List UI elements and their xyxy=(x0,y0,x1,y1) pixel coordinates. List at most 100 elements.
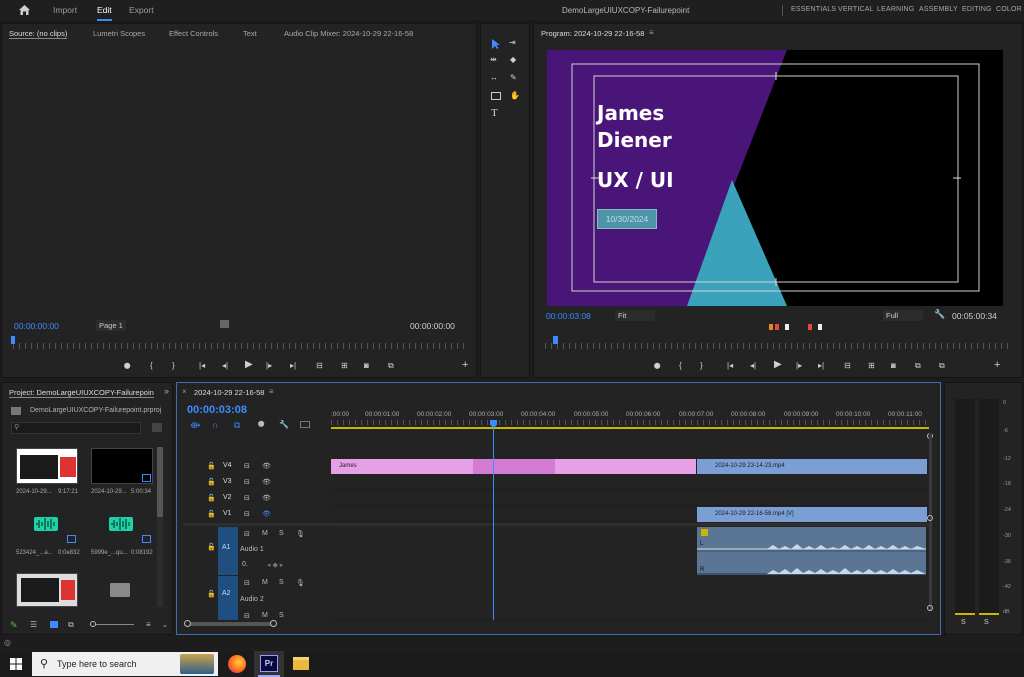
ripple-edit-tool-icon[interactable]: ⇹ xyxy=(490,55,497,65)
sync-lock-icon[interactable]: ⊟ xyxy=(244,494,250,502)
program-playhead[interactable] xyxy=(553,336,558,344)
track-target-a2[interactable]: A2 xyxy=(218,576,238,620)
source-playhead[interactable] xyxy=(11,336,15,344)
firefox-icon[interactable] xyxy=(228,655,246,673)
play-icon[interactable]: ▶ xyxy=(774,360,782,370)
overwrite-icon[interactable]: ⊞ xyxy=(341,361,348,371)
step-forward-icon[interactable]: |▸ xyxy=(266,361,272,371)
program-scrubber[interactable] xyxy=(545,343,1012,349)
source-scrubber[interactable] xyxy=(13,343,467,349)
play-icon[interactable]: ▶ xyxy=(245,360,253,370)
solo-button[interactable]: S xyxy=(279,579,284,586)
keyframe-nav-icon[interactable]: ◂ ◆ ▸ xyxy=(267,561,283,569)
mark-in-icon[interactable]: { xyxy=(150,361,153,371)
wrench-icon[interactable]: 🔧 xyxy=(934,309,945,320)
lock-icon[interactable]: 🔓 xyxy=(207,543,216,551)
project-item-thumbnail[interactable] xyxy=(16,448,78,484)
workspace-essentials[interactable]: ESSENTIALS xyxy=(791,6,836,13)
solo-button[interactable]: S xyxy=(961,619,966,626)
go-to-in-icon[interactable]: |◂ xyxy=(727,361,733,371)
mark-out-icon[interactable]: } xyxy=(700,361,703,371)
razor-tool-icon[interactable]: ◆ xyxy=(510,55,516,65)
mute-button[interactable]: M xyxy=(262,530,268,537)
track-target-a1[interactable]: A1 xyxy=(218,527,238,575)
snap-icon[interactable]: ∩ xyxy=(212,420,218,430)
close-icon[interactable]: × xyxy=(182,387,187,396)
tab-text[interactable]: Text xyxy=(243,29,257,38)
windows-start-icon[interactable] xyxy=(10,658,22,670)
timeline-vertical-scrollbar[interactable] xyxy=(929,433,932,611)
project-item-audio[interactable] xyxy=(16,509,78,545)
mute-button[interactable]: M xyxy=(262,612,268,619)
go-to-out-icon[interactable]: ▸| xyxy=(818,361,824,371)
go-to-out-icon[interactable]: ▸| xyxy=(290,361,296,371)
timeline-timecode[interactable]: 00:00:03:08 xyxy=(187,404,247,416)
mute-button[interactable]: M xyxy=(262,579,268,586)
insert-icon[interactable]: ⊟ xyxy=(316,361,323,371)
expand-icon[interactable]: » xyxy=(164,386,169,396)
tab-import[interactable]: Import xyxy=(53,5,77,15)
tab-edit[interactable]: Edit xyxy=(97,5,112,21)
eye-icon[interactable]: 👁 xyxy=(262,494,271,502)
solo-button[interactable]: S xyxy=(279,530,284,537)
program-timecode[interactable]: 00:00:03:08 xyxy=(546,311,591,321)
video-audio-divider[interactable] xyxy=(183,523,929,526)
zoom-slider[interactable] xyxy=(90,624,134,625)
project-tab[interactable]: Project: DemoLargeUIUXCOPY-Failurepoin xyxy=(9,388,154,398)
button-editor-icon[interactable]: ⧉ xyxy=(939,361,945,371)
microphone-icon[interactable]: 🎙 xyxy=(296,530,305,538)
sync-lock-icon[interactable]: ⊟ xyxy=(244,462,250,470)
marker-flag[interactable] xyxy=(818,324,822,330)
sort-icon[interactable]: ≡ xyxy=(146,620,151,629)
drop-frame-icon[interactable] xyxy=(220,320,229,328)
sync-lock-icon[interactable]: ⊟ xyxy=(244,478,250,486)
button-editor-icon[interactable]: ⧉ xyxy=(388,361,394,371)
workspace-editing[interactable]: EDITING xyxy=(962,6,992,13)
solo-button[interactable]: S xyxy=(279,612,284,619)
list-view-icon[interactable]: ☰ xyxy=(30,620,37,629)
marker-flag[interactable] xyxy=(785,324,789,330)
home-icon[interactable] xyxy=(18,4,31,16)
track-row-v2[interactable] xyxy=(331,491,929,506)
microphone-icon[interactable]: 🎙 xyxy=(296,579,305,587)
track-label[interactable]: V1 xyxy=(223,510,232,517)
add-marker-icon[interactable]: ⯃ xyxy=(258,420,264,430)
zoom-slider-handle[interactable] xyxy=(90,621,96,627)
slip-tool-icon[interactable]: ↔ xyxy=(490,73,498,83)
lift-icon[interactable]: ⊟ xyxy=(844,361,851,371)
fit-dropdown[interactable]: Fit xyxy=(615,310,655,321)
lock-icon[interactable]: 🔓 xyxy=(207,494,216,502)
hand-tool-icon[interactable]: ✋ xyxy=(510,91,520,101)
track-label[interactable]: V4 xyxy=(223,462,232,469)
scroll-handle[interactable] xyxy=(184,620,191,627)
sync-lock-icon[interactable]: ⊟ xyxy=(244,510,250,518)
chevron-down-icon[interactable]: ⌄ xyxy=(162,621,168,629)
panel-menu-icon[interactable]: ≡ xyxy=(649,28,654,37)
program-title[interactable]: Program: 2024-10-29 22-16-58 xyxy=(541,29,644,38)
file-explorer-icon[interactable] xyxy=(293,657,309,670)
tab-lumetri-scopes[interactable]: Lumetri Scopes xyxy=(93,29,145,38)
tab-effect-controls[interactable]: Effect Controls xyxy=(169,29,218,38)
audio-clip-a1[interactable]: L R xyxy=(697,527,926,575)
project-scrollbar[interactable] xyxy=(157,447,163,607)
marker-icon[interactable]: ⯃ xyxy=(124,362,130,372)
type-tool-icon[interactable]: T xyxy=(491,108,498,119)
step-back-icon[interactable]: ◂| xyxy=(750,361,756,371)
eye-icon[interactable]: 👁 xyxy=(262,478,271,486)
program-video-frame[interactable]: James Diener UX / UI 10/30/2024 xyxy=(547,50,1003,306)
scroll-handle[interactable] xyxy=(927,605,933,611)
folder-icon[interactable] xyxy=(110,583,130,597)
pen-tool-icon[interactable]: ✎ xyxy=(510,73,517,83)
scroll-handle[interactable] xyxy=(927,515,933,521)
freeform-view-icon[interactable]: ⧉ xyxy=(68,620,74,630)
project-item-thumbnail[interactable] xyxy=(91,448,153,484)
icon-view-icon[interactable] xyxy=(50,621,58,628)
mark-in-icon[interactable]: { xyxy=(679,361,682,371)
lock-icon[interactable]: 🔓 xyxy=(207,462,216,470)
track-row-v3[interactable] xyxy=(331,475,929,490)
track-label[interactable]: V3 xyxy=(223,478,232,485)
taskbar-search-box[interactable]: ⚲ Type here to search xyxy=(32,652,218,676)
marker-icon[interactable]: ⯃ xyxy=(654,362,660,372)
linked-selection-icon[interactable]: ⧉ xyxy=(234,420,240,431)
new-bin-icon[interactable] xyxy=(152,423,162,432)
